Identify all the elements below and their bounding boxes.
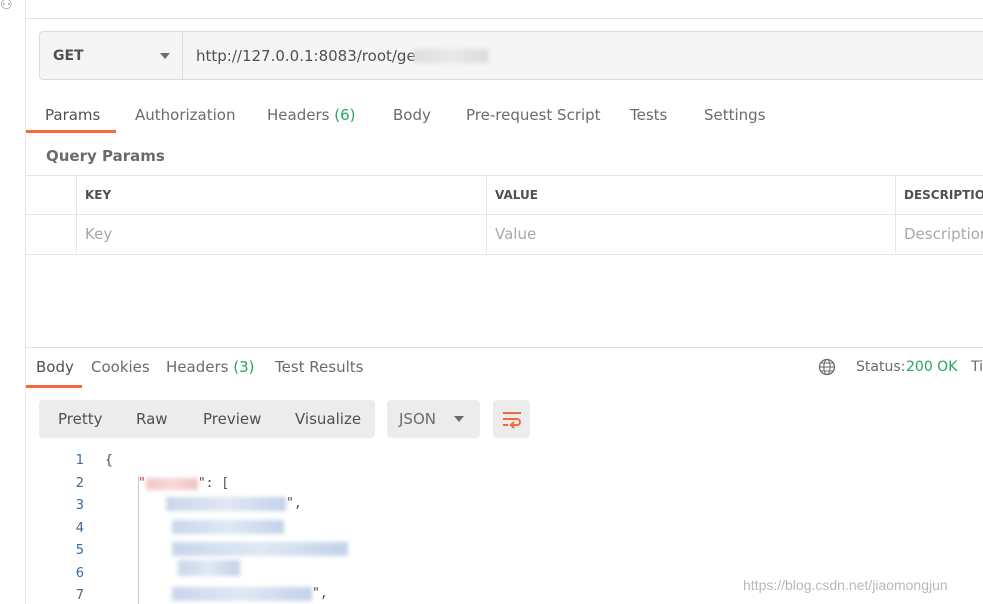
active-response-tab-underline	[26, 385, 82, 388]
json-array-item	[178, 560, 240, 576]
json-key-line: " ": [	[138, 476, 230, 491]
json-array-item	[172, 519, 284, 534]
tab-body[interactable]: Body	[393, 106, 431, 124]
json-array-item: ",	[172, 586, 328, 601]
column-header-value: VALUE	[486, 176, 895, 214]
line-number: 6	[75, 566, 84, 581]
raw-button[interactable]: Raw	[136, 410, 168, 428]
request-url-bar: GET http://127.0.0.1:8083/root/ge	[39, 31, 983, 80]
line-number: 4	[75, 521, 84, 536]
response-tab-test-results[interactable]: Test Results	[275, 358, 363, 376]
status-value[interactable]: 200 OK	[906, 359, 957, 375]
method-select[interactable]: GET	[40, 32, 183, 79]
cookie-icon[interactable]: ⚇	[0, 0, 13, 13]
format-label: JSON	[399, 410, 436, 428]
table-header-row: KEY VALUE DESCRIPTION	[26, 176, 983, 214]
request-tabs: Params Authorization Headers (6) Body Pr…	[26, 97, 983, 135]
tab-settings[interactable]: Settings	[704, 106, 766, 124]
redacted-value	[172, 541, 348, 556]
tab-pre-request-script[interactable]: Pre-request Script	[466, 106, 601, 124]
url-text: http://127.0.0.1:8083/root/ge	[196, 46, 416, 65]
view-mode-group: Pretty Raw Preview Visualize	[39, 400, 375, 438]
column-header-description: DESCRIPTION	[895, 176, 983, 214]
tab-tests[interactable]: Tests	[630, 106, 667, 124]
time-label: Ti	[971, 359, 983, 375]
redacted-url-part	[413, 49, 488, 63]
response-tabs: Body Cookies Headers (3) Test Results	[26, 350, 983, 388]
line-number: 2	[75, 476, 84, 491]
line-number: 3	[75, 498, 84, 513]
headers-count: (6)	[334, 106, 356, 124]
left-rail: ⚇	[0, 0, 26, 604]
redacted-key	[145, 477, 198, 490]
json-array-item	[172, 541, 348, 556]
response-divider[interactable]	[26, 347, 983, 348]
response-tab-headers[interactable]: Headers (3)	[166, 358, 254, 376]
query-params-table: KEY VALUE DESCRIPTION Key Value Descript…	[26, 175, 983, 255]
response-tab-cookies[interactable]: Cookies	[91, 358, 150, 376]
tab-authorization[interactable]: Authorization	[135, 106, 235, 124]
format-select[interactable]: JSON	[387, 400, 480, 438]
key-input[interactable]: Key	[76, 215, 486, 253]
json-array-item: ",	[166, 496, 302, 511]
top-strip	[26, 0, 983, 19]
watermark: https://blog.csdn.net/jiaomongjun	[743, 577, 948, 593]
url-input[interactable]: http://127.0.0.1:8083/root/ge	[183, 47, 488, 65]
globe-icon[interactable]	[818, 358, 836, 376]
response-headers-count: (3)	[233, 358, 255, 376]
visualize-button[interactable]: Visualize	[295, 410, 361, 428]
chevron-down-icon	[160, 52, 170, 59]
indent-guide	[138, 476, 139, 604]
line-number: 5	[75, 543, 84, 558]
tab-headers[interactable]: Headers (6)	[267, 106, 355, 124]
chevron-down-icon	[454, 416, 464, 422]
wrap-lines-button[interactable]	[493, 400, 530, 438]
redacted-value	[172, 586, 312, 601]
redacted-value	[178, 560, 240, 576]
description-input[interactable]: Description	[895, 215, 983, 253]
tab-params[interactable]: Params	[45, 106, 100, 124]
json-open-brace: {	[105, 453, 113, 468]
table-row: Key Value Description	[26, 214, 983, 253]
active-tab-underline	[26, 130, 116, 133]
status-label: Status:	[856, 359, 906, 375]
line-number: 1	[75, 453, 84, 468]
redacted-value	[166, 496, 286, 511]
response-tab-body[interactable]: Body	[36, 358, 74, 376]
value-input[interactable]: Value	[486, 215, 895, 253]
query-params-title: Query Params	[46, 147, 165, 165]
column-header-key: KEY	[76, 176, 486, 214]
redacted-value	[172, 519, 284, 534]
pretty-button[interactable]: Pretty	[58, 410, 103, 428]
preview-button[interactable]: Preview	[203, 410, 261, 428]
wrap-lines-icon	[502, 412, 521, 429]
line-number: 7	[75, 588, 84, 603]
method-label: GET	[53, 47, 84, 64]
